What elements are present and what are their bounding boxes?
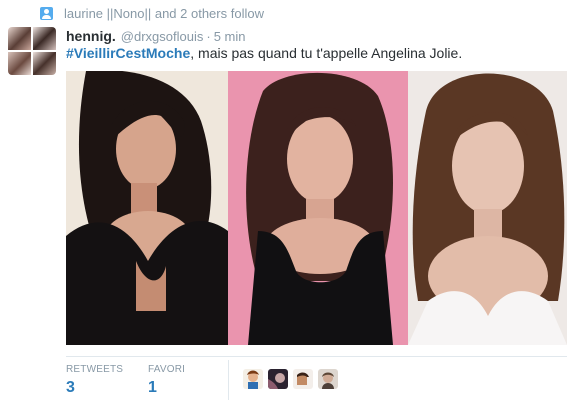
favoriter-avatar-4[interactable] (318, 369, 338, 389)
person-icon (40, 6, 53, 20)
retweets-count[interactable]: 3 (66, 379, 123, 397)
favorites-stat[interactable]: FAVORI 1 (148, 364, 185, 397)
tweet-header: hennig. @drxgsoflouis · 5 min (66, 28, 246, 44)
favoriter-avatar-3[interactable] (293, 369, 313, 389)
retweets-label: RETWEETS (66, 364, 124, 375)
retweets-stat[interactable]: RETWEETS 3 (66, 364, 123, 397)
photo-panel-right (408, 71, 567, 345)
display-name[interactable]: hennig. (66, 28, 116, 44)
stats-vertical-divider (228, 360, 229, 400)
tweet-body: , mais pas quand tu t'appelle Angelina J… (190, 45, 463, 61)
hashtag-link[interactable]: #VieillirCestMoche (66, 45, 190, 61)
stats-divider-top (66, 356, 567, 357)
favoriter-avatar-1[interactable] (243, 369, 263, 389)
photo-panel-left (66, 71, 228, 345)
tweet-photo[interactable] (66, 71, 567, 345)
social-context[interactable]: laurine ||Nono|| and 2 others follow (40, 5, 264, 21)
favorites-count[interactable]: 1 (148, 379, 185, 397)
avatar-photo-2 (33, 27, 56, 50)
header-separator: · (206, 29, 211, 44)
avatar-photo-4 (33, 52, 56, 75)
favoriter-avatars (243, 369, 338, 389)
favorites-label: FAVORI (148, 364, 186, 375)
photo-panel-middle (228, 71, 408, 345)
avatar-photo-1 (8, 27, 31, 50)
avatar[interactable] (8, 27, 56, 75)
timestamp[interactable]: 5 min (214, 29, 246, 44)
avatar-photo-3 (8, 52, 31, 75)
favoriter-avatar-2[interactable] (268, 369, 288, 389)
social-context-text: laurine ||Nono|| and 2 others follow (64, 5, 264, 21)
tweet-text: #VieillirCestMoche, mais pas quand tu t'… (66, 44, 462, 62)
username[interactable]: @drxgsoflouis (121, 29, 204, 44)
